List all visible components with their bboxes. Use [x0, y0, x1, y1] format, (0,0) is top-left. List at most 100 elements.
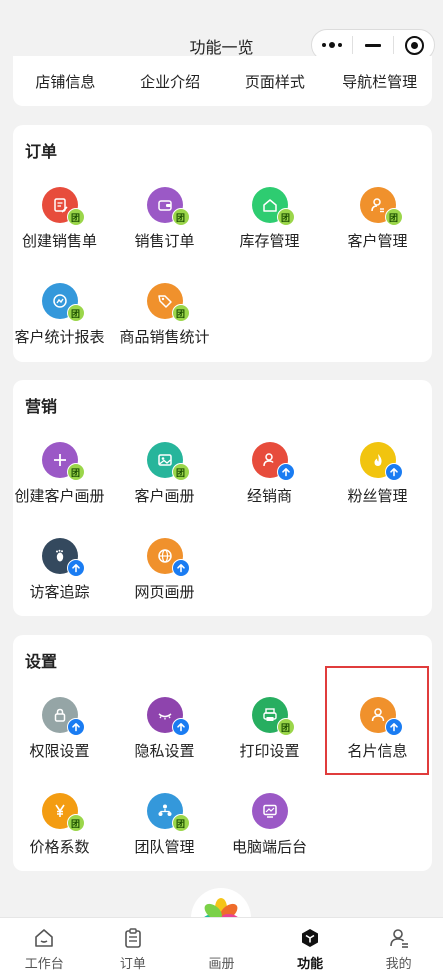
upgrade-arrow-icon	[171, 718, 190, 736]
page-style-link[interactable]: 页面样式	[223, 71, 328, 92]
feature-item[interactable]: 名片信息	[325, 697, 430, 761]
edit-doc-icon: 团	[41, 187, 85, 226]
lock-icon	[41, 697, 85, 736]
person-icon	[359, 697, 403, 736]
target-icon	[404, 35, 424, 55]
feature-label: 创建客户画册	[14, 488, 105, 505]
feature-label: 库存管理	[239, 233, 300, 250]
feature-item[interactable]: 团销售订单	[112, 187, 217, 251]
feature-label: 销售订单	[134, 233, 195, 250]
user-icon	[387, 926, 411, 950]
feature-label: 客户画册	[134, 488, 195, 505]
group-badge: 团	[66, 814, 85, 832]
plus-icon: 团	[41, 442, 85, 481]
upgrade-arrow-icon	[66, 559, 85, 577]
section-settings: 设置 权限设置 隐私设置团打印设置 名片信息团价格系数团团队管理 电脑端后台	[13, 635, 432, 871]
tab-label: 我的	[385, 956, 412, 971]
wallet-icon: 团	[146, 187, 190, 226]
home-icon	[32, 926, 56, 950]
feature-item[interactable]: 经销商	[217, 442, 322, 506]
eye-closed-icon	[146, 697, 190, 736]
feature-label: 团队管理	[134, 839, 195, 856]
image-icon: 团	[146, 442, 190, 481]
upgrade-arrow-icon	[171, 559, 190, 577]
feature-item[interactable]: 团商品销售统计	[112, 283, 217, 347]
tab-label: 订单	[119, 956, 146, 971]
yen-icon: 团	[41, 793, 85, 832]
feature-label: 打印设置	[239, 743, 300, 760]
feature-label: 客户统计报表	[14, 329, 105, 346]
monitor-icon	[251, 793, 288, 829]
feature-item[interactable]: 团创建销售单	[7, 187, 112, 251]
globe-icon	[146, 538, 190, 577]
tab-workbench[interactable]: 工作台	[0, 918, 89, 975]
tab-label: 工作台	[24, 956, 64, 971]
cube-icon	[298, 926, 322, 950]
navbar-manage-link[interactable]: 导航栏管理	[327, 71, 432, 92]
feature-label: 电脑端后台	[231, 839, 307, 856]
group-badge: 团	[276, 208, 295, 226]
bottom-tabbar: 工作台 订单 画册 功能 我的	[0, 917, 443, 975]
group-badge: 团	[171, 814, 190, 832]
tab-label: 功能	[297, 956, 324, 971]
feature-item[interactable]: 粉丝管理	[325, 442, 430, 506]
group-badge: 团	[66, 304, 85, 322]
warehouse-icon: 团	[251, 187, 295, 226]
group-badge: 团	[171, 304, 190, 322]
feature-label: 权限设置	[29, 743, 90, 760]
tag-icon: 团	[146, 283, 190, 322]
feature-item[interactable]: 团团队管理	[112, 793, 217, 857]
feature-item[interactable]: 团库存管理	[217, 187, 322, 251]
tab-mine[interactable]: 我的	[354, 918, 443, 975]
minus-icon	[365, 43, 381, 47]
tab-orders[interactable]: 订单	[89, 918, 178, 975]
feature-item[interactable]: 团打印设置	[217, 697, 322, 761]
section-orders: 订单 团创建销售单团销售订单团库存管理团客户管理团客户统计报表团商品销售统计	[13, 125, 432, 362]
store-info-link[interactable]: 店铺信息	[13, 71, 118, 92]
feature-label: 名片信息	[347, 743, 408, 760]
flame-icon	[359, 442, 403, 481]
tab-album[interactable]: 画册	[177, 918, 266, 975]
group-badge: 团	[66, 208, 85, 226]
section-marketing: 营销 团创建客户画册团客户画册 经销商 粉丝管理 访客追踪 网页画册	[13, 380, 432, 616]
section-title: 营销	[25, 399, 58, 416]
clipboard-icon	[121, 926, 145, 950]
feature-item[interactable]: 权限设置	[7, 697, 112, 761]
feature-item[interactable]: 隐私设置	[112, 697, 217, 761]
feature-item[interactable]: 团价格系数	[7, 793, 112, 857]
upgrade-arrow-icon	[276, 463, 295, 481]
group-badge: 团	[171, 463, 190, 481]
feature-label: 网页画册	[134, 584, 195, 601]
feature-item[interactable]: 团客户画册	[112, 442, 217, 506]
group-badge: 团	[276, 718, 295, 736]
feature-label: 经销商	[246, 488, 292, 505]
feature-item[interactable]: 团客户管理	[325, 187, 430, 251]
feature-item[interactable]: 访客追踪	[7, 538, 112, 602]
feature-item[interactable]: 网页画册	[112, 538, 217, 602]
tab-label: 画册	[208, 956, 235, 971]
section-title: 设置	[25, 654, 58, 671]
team-icon: 团	[146, 793, 190, 832]
upgrade-arrow-icon	[66, 718, 85, 736]
dealer-icon	[251, 442, 295, 481]
feature-label: 价格系数	[29, 839, 90, 856]
feature-label: 粉丝管理	[347, 488, 408, 505]
feature-label: 隐私设置	[134, 743, 195, 760]
feature-item[interactable]: 团客户统计报表	[7, 283, 112, 347]
company-intro-link[interactable]: 企业介绍	[118, 71, 223, 92]
tab-features[interactable]: 功能	[266, 918, 355, 975]
upgrade-arrow-icon	[384, 463, 403, 481]
feature-item[interactable]: 电脑端后台	[217, 793, 322, 857]
customer-icon: 团	[359, 187, 403, 226]
group-badge: 团	[66, 463, 85, 481]
chart-icon: 团	[41, 283, 85, 322]
more-dots-icon	[322, 42, 342, 48]
feature-label: 商品销售统计	[119, 329, 210, 346]
feature-item[interactable]: 团创建客户画册	[7, 442, 112, 506]
group-badge: 团	[171, 208, 190, 226]
store-settings-card: 店铺信息 企业介绍 页面样式 导航栏管理	[13, 56, 432, 106]
printer-icon: 团	[251, 697, 295, 736]
upgrade-arrow-icon	[384, 718, 403, 736]
feature-label: 访客追踪	[29, 584, 90, 601]
footprint-icon	[41, 538, 85, 577]
